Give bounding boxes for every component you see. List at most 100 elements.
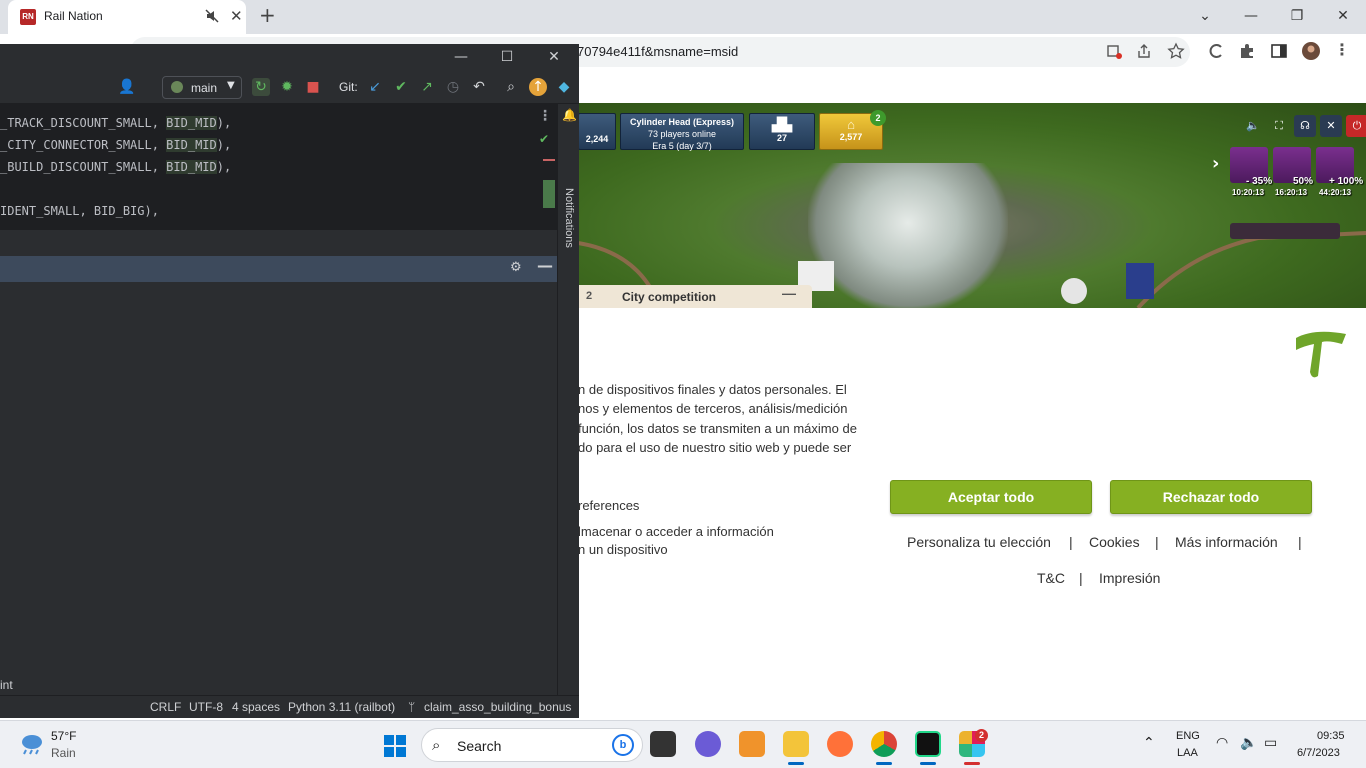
undo-icon[interactable]: ↶: [470, 78, 488, 96]
running-indicator: [788, 762, 804, 765]
preferences-desc-line: n un dispositivo: [578, 542, 668, 557]
line-separator-status[interactable]: CRLF: [150, 700, 181, 714]
branch-icon: [171, 81, 183, 93]
code-line-4: IDENT_SMALL, BID_BIG),: [0, 204, 159, 218]
extensions-puzzle-icon[interactable]: [1238, 42, 1256, 60]
tab-muted-icon[interactable]: [204, 8, 220, 24]
git-branch-status[interactable]: claim_asso_building_bonus: [424, 700, 571, 714]
fullscreen-icon[interactable]: ⛶: [1268, 115, 1290, 137]
sublime-text-icon[interactable]: [739, 731, 765, 757]
chrome-icon[interactable]: [871, 731, 897, 757]
git-commit-icon[interactable]: ✔: [392, 78, 410, 96]
logout-icon[interactable]: ⏻: [1346, 115, 1366, 137]
city-competition-minimize[interactable]: —: [782, 285, 796, 301]
keyboard-layout[interactable]: LAA: [1177, 747, 1198, 759]
tools-icon[interactable]: ✕: [1320, 115, 1342, 137]
boost-3-time: 44:20:13: [1319, 188, 1352, 197]
tab-title: Rail Nation: [44, 9, 103, 23]
city-competition-panel[interactable]: 2 City competition —: [578, 285, 812, 308]
reject-all-button[interactable]: Rechazar todo: [1110, 480, 1312, 514]
ide-maximize-button[interactable]: ☐: [497, 49, 517, 65]
account-icon[interactable]: 👤: [118, 78, 136, 96]
interpreter-status[interactable]: Python 3.11 (railbot): [288, 700, 395, 714]
firefox-icon[interactable]: [827, 731, 853, 757]
stop-icon[interactable]: ■: [304, 78, 322, 96]
ide-close-button[interactable]: ✕: [544, 49, 564, 65]
windows-start-icon[interactable]: [383, 734, 407, 758]
profile-avatar[interactable]: [1302, 42, 1320, 60]
code-line-3: _BUILD_DISCOUNT_SMALL, BID_MID),: [0, 160, 232, 174]
notifications-label: Notifications: [563, 188, 575, 248]
plugin-icon[interactable]: ◆: [555, 78, 573, 96]
debug-icon[interactable]: ✹: [278, 78, 296, 96]
more-info-link[interactable]: Más información: [1175, 534, 1278, 550]
side-panel-icon[interactable]: [1270, 42, 1288, 60]
git-push-icon[interactable]: ↗: [418, 78, 436, 96]
personalize-link[interactable]: Personaliza tu elección: [907, 534, 1051, 550]
players-online: 73 players online: [647, 129, 717, 139]
rail-nation-favicon-icon: RN: [20, 9, 36, 25]
inspection-ok-icon[interactable]: ✔: [539, 132, 549, 146]
imprint-link[interactable]: Impresión: [1099, 570, 1160, 586]
hide-panel-icon[interactable]: —: [537, 256, 553, 275]
update-icon[interactable]: ↑: [529, 78, 547, 96]
edge-copilot-icon[interactable]: [1207, 42, 1225, 60]
share-icon[interactable]: [1135, 42, 1153, 60]
weather-temperature[interactable]: 57°F: [51, 729, 76, 743]
boost-3-percent: + 100%: [1329, 176, 1364, 187]
gear-icon[interactable]: ⚙: [510, 260, 522, 275]
accept-all-button[interactable]: Aceptar todo: [890, 480, 1092, 514]
ide-minimize-button[interactable]: —: [451, 49, 471, 65]
bookmark-star-icon[interactable]: [1167, 42, 1185, 60]
expand-boosts-icon[interactable]: ›: [1212, 153, 1219, 174]
volume-icon[interactable]: 🔈: [1240, 735, 1257, 751]
notifications-sidebar[interactable]: 🔔 Notifications: [557, 104, 579, 718]
run-tab-label[interactable]: int: [0, 678, 13, 692]
indent-status[interactable]: 4 spaces: [232, 700, 280, 714]
consent-brand-logo: [1296, 331, 1346, 378]
editor-options-icon[interactable]: ⋮: [538, 108, 552, 124]
chevron-up-icon[interactable]: ⌃: [1143, 735, 1155, 751]
rerun-icon[interactable]: ↻: [252, 78, 270, 96]
file-explorer-icon[interactable]: [783, 731, 809, 757]
taskbar-search[interactable]: ⌕ Search b: [421, 728, 643, 762]
clock-time[interactable]: 09:35: [1317, 730, 1345, 742]
task-view-icon[interactable]: [650, 731, 676, 757]
pycharm-icon[interactable]: [915, 731, 941, 757]
minimize-window-button[interactable]: —: [1229, 3, 1273, 29]
battery-icon[interactable]: ▭: [1264, 735, 1277, 751]
game-canvas[interactable]: 2,244 Cylinder Head (Express) 73 players…: [578, 103, 1366, 308]
git-update-icon[interactable]: ↙: [366, 78, 384, 96]
clock-date[interactable]: 6/7/2023: [1297, 747, 1340, 759]
restore-window-button[interactable]: ❐: [1275, 3, 1319, 29]
branch-selector[interactable]: main ▼: [162, 76, 242, 99]
link-separator: |: [1069, 534, 1073, 550]
cookies-link[interactable]: Cookies: [1089, 534, 1140, 550]
tool-window-body[interactable]: [0, 282, 557, 672]
encoding-status[interactable]: UTF-8: [189, 700, 223, 714]
input-language[interactable]: ENG: [1176, 730, 1200, 742]
cookie-blocked-icon[interactable]: [1105, 42, 1123, 60]
git-history-icon[interactable]: ◷: [444, 78, 462, 96]
terms-link[interactable]: T&C: [1037, 570, 1065, 586]
hud-rank[interactable]: ▟▙ 27: [749, 113, 815, 150]
tab-rail-nation[interactable]: RN Rail Nation ✕: [8, 0, 246, 34]
tab-close-icon[interactable]: ✕: [230, 7, 243, 25]
tab-search-button[interactable]: ⌄: [1183, 3, 1227, 29]
bing-icon: b: [612, 734, 634, 756]
chrome-menu-icon[interactable]: ⋮: [1334, 40, 1352, 59]
new-tab-button[interactable]: +: [259, 3, 276, 27]
weather-condition[interactable]: Rain: [51, 746, 76, 760]
wifi-icon[interactable]: ◠: [1216, 735, 1228, 751]
teams-chat-icon[interactable]: [695, 731, 721, 757]
hud-server-info[interactable]: Cylinder Head (Express) 73 players onlin…: [620, 113, 744, 151]
close-window-button[interactable]: ✕: [1321, 3, 1365, 29]
url-text[interactable]: 70794e411f&msname=msid: [577, 44, 738, 59]
hud-gold[interactable]: ⌂ 2,577 2: [819, 110, 886, 150]
code-editor[interactable]: _TRACK_DISCOUNT_SMALL, BID_MID), _CITY_C…: [0, 104, 557, 230]
search-everywhere-icon[interactable]: ⌕: [502, 78, 520, 96]
sound-icon[interactable]: 🔈: [1242, 115, 1264, 137]
rain-cloud-icon[interactable]: [18, 733, 44, 755]
support-icon[interactable]: ☊: [1294, 115, 1316, 137]
hud-money[interactable]: 2,244: [578, 113, 616, 150]
